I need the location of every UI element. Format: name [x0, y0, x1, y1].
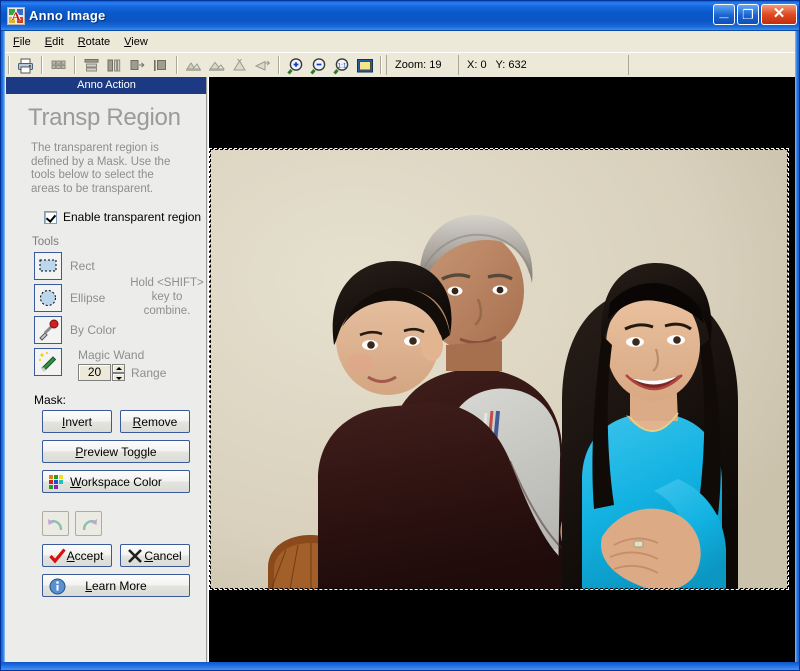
menu-file[interactable]: File: [6, 34, 38, 50]
menu-edit[interactable]: Edit: [38, 34, 71, 50]
flip-horizontal-icon[interactable]: [182, 54, 205, 76]
app-logo-icon: [7, 6, 25, 25]
menu-rotate[interactable]: Rotate: [71, 34, 117, 50]
mask-label: Mask:: [34, 393, 67, 407]
page-title: Transp Region: [28, 104, 181, 131]
align-left-icon[interactable]: [149, 54, 172, 76]
title-bar: Anno Image _ ❐ ✕: [1, 1, 799, 31]
rect-select-icon[interactable]: [34, 252, 62, 280]
photo-image: [210, 149, 788, 589]
toolbar-separator: [74, 55, 76, 74]
rotate-left-icon[interactable]: [228, 54, 251, 76]
workspace-color-button[interactable]: Workspace Color: [42, 470, 190, 493]
learn-more-button[interactable]: Learn More: [42, 574, 190, 597]
window-controls: _ ❐ ✕: [713, 4, 797, 25]
mask-button-row: Invert Remove: [6, 410, 206, 433]
ellipse-select-icon[interactable]: [34, 284, 62, 312]
enable-transparent-region-checkbox[interactable]: [44, 210, 57, 224]
zoom-in-icon[interactable]: [284, 54, 307, 76]
enable-transparent-region-row[interactable]: Enable transparent region: [6, 196, 206, 224]
tool-by-color-label: By Color: [70, 323, 117, 337]
preview-toggle-button[interactable]: Preview Toggle: [42, 440, 190, 463]
status-extra: [628, 54, 799, 75]
window-left-border: [1, 31, 5, 670]
maximize-icon: ❐: [742, 7, 754, 22]
app-window: Anno Image _ ❐ ✕ File Edit Rotate View: [0, 0, 800, 671]
flip-vertical-icon[interactable]: [205, 54, 228, 76]
toolbar: 1:1 Zoom: 19 X: 0 Y: 632: [2, 52, 799, 76]
range-input[interactable]: 20: [78, 364, 111, 381]
invert-button[interactable]: Invert: [42, 410, 112, 433]
magic-wand-icon[interactable]: [34, 348, 62, 376]
magic-wand-controls: Magic Wand 20 Range: [78, 348, 166, 381]
image-canvas[interactable]: [208, 77, 799, 663]
magic-wand-label: Magic Wand: [78, 348, 145, 362]
toolbar-separator: [41, 55, 43, 74]
close-button[interactable]: ✕: [761, 4, 797, 25]
accept-button[interactable]: Accept: [42, 544, 112, 567]
range-stepper-up[interactable]: [112, 364, 125, 373]
undo-button[interactable]: [42, 511, 69, 536]
menu-view[interactable]: View: [117, 34, 155, 50]
menu-bar: File Edit Rotate View: [2, 32, 799, 52]
status-coords: X: 0 Y: 632: [458, 54, 628, 75]
panel-header: Anno Action: [6, 77, 206, 94]
tool-by-color[interactable]: By Color: [6, 314, 206, 346]
shift-hint: Hold <SHIFT> key to combine.: [130, 277, 204, 317]
tool-ellipse-label: Ellipse: [70, 291, 106, 305]
minimize-button[interactable]: _: [713, 4, 735, 25]
align-center-icon[interactable]: [103, 54, 126, 76]
status-zoom: Zoom: 19: [386, 54, 458, 75]
toolbar-separator: [8, 55, 10, 74]
tool-magic-wand: Magic Wand 20 Range: [6, 346, 206, 381]
thumbnails-icon[interactable]: [47, 54, 70, 76]
color-swatch-icon: [49, 475, 64, 493]
x-icon: [127, 548, 143, 567]
svg-text:1:1: 1:1: [338, 62, 347, 69]
anno-action-panel: Anno Action Transp Region The transparen…: [2, 77, 207, 663]
close-icon: ✕: [772, 5, 786, 22]
enable-transparent-region-label: Enable transparent region: [63, 210, 202, 224]
fit-window-icon[interactable]: [353, 54, 376, 76]
toolbar-separator: [278, 55, 280, 74]
range-stepper[interactable]: [112, 364, 125, 381]
info-icon: [49, 578, 66, 598]
toolbar-separator: [380, 55, 382, 74]
align-right-icon[interactable]: [126, 54, 149, 76]
range-label: Range: [131, 365, 167, 380]
window-bottom-border: [1, 662, 799, 670]
eyedropper-icon[interactable]: [34, 316, 62, 344]
zoom-out-icon[interactable]: [307, 54, 330, 76]
window-title: Anno Image: [29, 8, 106, 23]
minimize-icon: _: [719, 3, 729, 20]
check-icon: [49, 548, 66, 567]
panel-description: The transparent region is defined by a M…: [31, 142, 171, 195]
panel-body: Transp Region The transparent region is …: [6, 94, 206, 597]
accept-cancel-row: Accept Cancel: [6, 536, 206, 567]
maximize-button[interactable]: ❐: [737, 4, 759, 25]
cancel-button[interactable]: Cancel: [120, 544, 190, 567]
remove-button[interactable]: Remove: [120, 410, 190, 433]
toolbar-separator: [176, 55, 178, 74]
align-top-icon[interactable]: [80, 54, 103, 76]
zoom-actual-icon[interactable]: 1:1: [330, 54, 353, 76]
rotate-right-icon[interactable]: [251, 54, 274, 76]
history-row: [6, 493, 206, 536]
window-right-border: [795, 31, 799, 670]
tool-rect-label: Rect: [70, 259, 95, 273]
range-spinner[interactable]: 20 Range: [78, 364, 166, 381]
redo-button[interactable]: [75, 511, 102, 536]
tools-label: Tools: [32, 236, 59, 248]
print-icon[interactable]: [14, 54, 37, 76]
photo-subjects: [210, 149, 788, 589]
range-stepper-down[interactable]: [112, 372, 125, 381]
